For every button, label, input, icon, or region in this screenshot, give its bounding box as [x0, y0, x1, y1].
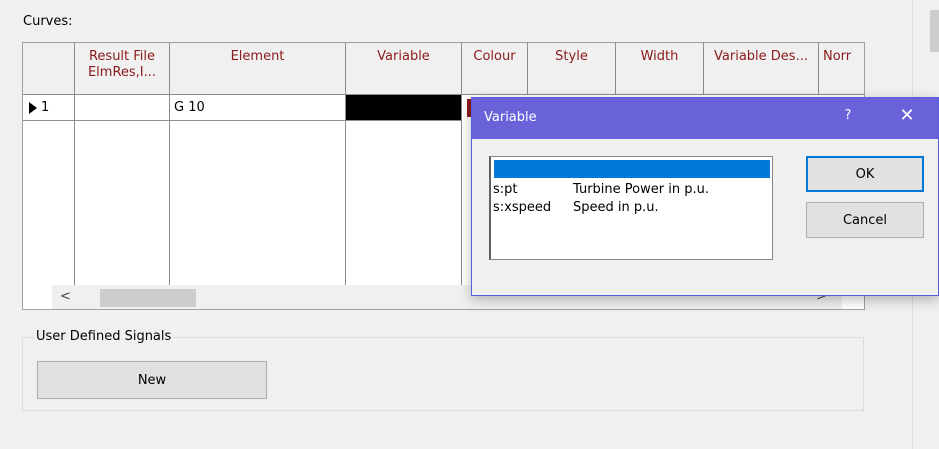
variable-list-item[interactable]: s:xspeed Speed in p.u. [493, 198, 769, 216]
column-divider [461, 121, 462, 289]
row-number: 1 [41, 100, 50, 115]
cell-variable[interactable] [346, 95, 462, 121]
variable-list-item-selected[interactable] [494, 160, 770, 178]
variable-description: Turbine Power in p.u. [573, 182, 709, 197]
cell-element[interactable]: G 10 [170, 95, 346, 121]
cancel-button[interactable]: Cancel [806, 202, 924, 238]
column-header-colour[interactable]: Colour [462, 43, 528, 95]
variable-name: s:pt [493, 182, 518, 197]
column-divider [345, 121, 346, 289]
column-header-result-file[interactable]: Result File ElmRes,I... [75, 43, 170, 95]
current-row-arrow-icon [29, 101, 37, 114]
scrollbar-thumb[interactable] [100, 289, 196, 307]
column-header-style[interactable]: Style [528, 43, 616, 95]
column-header-variable[interactable]: Variable [346, 43, 462, 95]
variable-name: s:xspeed [493, 200, 552, 215]
curves-label: Curves: [23, 14, 73, 29]
dialog-title: Variable [484, 110, 537, 125]
close-icon[interactable]: ✕ [892, 105, 922, 129]
column-header-width[interactable]: Width [616, 43, 704, 95]
column-header-element[interactable]: Element [170, 43, 346, 95]
column-header-variable-description[interactable]: Variable Des... [704, 43, 819, 95]
variable-description: Speed in p.u. [573, 200, 659, 215]
variable-list-item[interactable]: s:pt Turbine Power in p.u. [493, 180, 769, 198]
column-divider [169, 121, 170, 289]
variable-list[interactable]: s:pt Turbine Power in p.u. s:xspeed Spee… [489, 156, 773, 260]
row-header[interactable]: 1 [23, 95, 75, 121]
user-defined-signals-title: User Defined Signals [34, 329, 174, 344]
help-button[interactable]: ? [838, 108, 858, 128]
variable-dialog: Variable ? ✕ s:pt Turbine Power in p.u. … [471, 97, 939, 296]
grid-corner-cell[interactable] [23, 43, 75, 95]
dialog-titlebar[interactable] [472, 98, 938, 139]
cell-result-file[interactable] [75, 95, 170, 121]
new-signal-button[interactable]: New [37, 361, 267, 399]
scroll-left-icon[interactable]: < [60, 289, 76, 305]
vertical-scrollbar-thumb[interactable] [930, 10, 939, 52]
column-divider [74, 121, 75, 289]
column-header-norm[interactable]: Norr [819, 43, 864, 95]
ok-button[interactable]: OK [806, 156, 924, 192]
